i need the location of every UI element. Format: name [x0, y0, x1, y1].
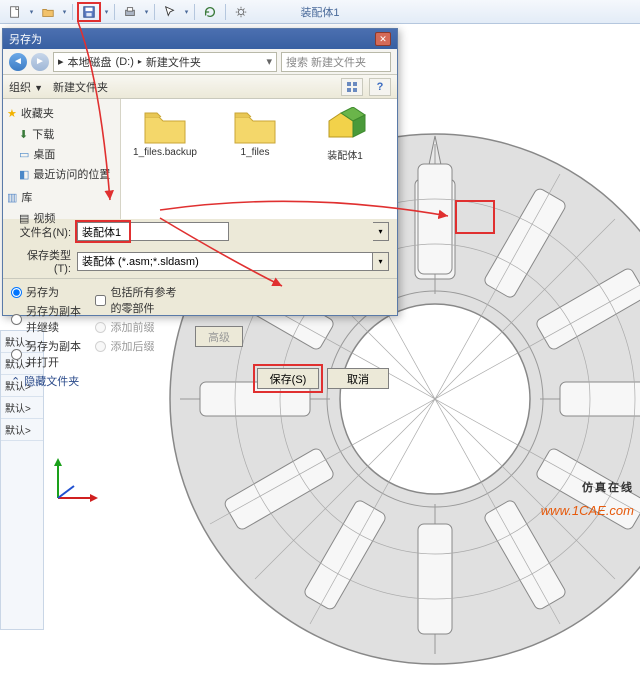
folder-item[interactable]: 1_files.backup [129, 107, 201, 158]
breadcrumb-disk[interactable]: 本地磁盘 [68, 54, 112, 70]
filetype-dropdown[interactable]: ▾ [373, 252, 389, 271]
save-dropdown[interactable]: ▾ [103, 8, 110, 16]
print-button[interactable] [119, 2, 141, 22]
hide-folders-toggle[interactable]: ⌃隐藏文件夹 [11, 373, 81, 389]
sidebar-libraries[interactable]: ▥库 [5, 187, 118, 207]
folder-item[interactable]: 1_files [219, 107, 291, 158]
sidebar-recent[interactable]: ◧最近访问的位置 [5, 165, 118, 183]
save-button[interactable] [79, 3, 99, 21]
options-button[interactable] [230, 2, 252, 22]
filename-dropdown[interactable]: ▾ [373, 222, 389, 241]
url-watermark: www.1CAE.com [541, 503, 634, 518]
check-include-refs[interactable]: 包括所有参考的零部件 [95, 284, 181, 316]
advanced-button: 高级 [195, 326, 243, 347]
sidebar-desktop[interactable]: ▭桌面 [5, 145, 118, 163]
organize-button[interactable]: 组织 ▼ [9, 79, 43, 95]
nav-back-button[interactable]: ◄ [9, 53, 27, 71]
select-dropdown[interactable]: ▾ [183, 8, 190, 16]
filetype-label: 保存类型(T): [11, 247, 71, 275]
dialog-navbar: ◄ ► ▸ 本地磁盘 (D:) ▸ 新建文件夹 ▾ 搜索 新建文件夹 [3, 49, 397, 75]
config-row[interactable]: 默认> [1, 419, 43, 441]
new-doc-button[interactable] [4, 2, 26, 22]
help-button[interactable]: ? [369, 78, 391, 96]
brand-watermark: 仿真在线 [582, 478, 634, 496]
new-dropdown[interactable]: ▾ [28, 8, 35, 16]
radio-saveas-copy-continue[interactable]: 另存为副本并继续 [11, 303, 81, 335]
assembly-file-item[interactable]: 装配体1 [309, 107, 381, 162]
breadcrumb-folder[interactable]: 新建文件夹 [146, 54, 201, 70]
radio-add-suffix: 添加后缀 [95, 338, 181, 354]
close-button[interactable]: ✕ [375, 32, 391, 46]
file-pane[interactable]: 1_files.backup 1_files 装配体1 [121, 99, 397, 219]
view-triad [48, 452, 104, 508]
dialog-toolbar: 组织 ▼ 新建文件夹 ? [3, 75, 397, 99]
search-input[interactable]: 搜索 新建文件夹 [281, 52, 391, 72]
open-dropdown[interactable]: ▾ [61, 8, 68, 16]
save-dialog-cancel-button[interactable]: 取消 [327, 368, 389, 389]
config-row[interactable]: 默认> [1, 397, 43, 419]
annotation-highlight [455, 200, 495, 234]
filetype-input[interactable] [77, 252, 373, 271]
radio-add-prefix: 添加前缀 [95, 319, 181, 335]
filename-label: 文件名(N): [11, 224, 71, 240]
select-button[interactable] [159, 2, 181, 22]
view-mode-button[interactable] [341, 78, 363, 96]
print-dropdown[interactable]: ▾ [143, 8, 150, 16]
document-title: 装配体1 [300, 4, 339, 20]
dialog-titlebar: 另存为 ✕ [3, 29, 397, 49]
sidebar-favorites[interactable]: ★收藏夹 [5, 103, 118, 123]
sidebar-downloads[interactable]: ⬇下载 [5, 125, 118, 143]
dialog-sidebar: ★收藏夹 ⬇下载 ▭桌面 ◧最近访问的位置 ▥库 ▤视频 [3, 99, 121, 219]
radio-saveas[interactable]: 另存为 [11, 284, 81, 300]
dialog-title: 另存为 [9, 31, 42, 47]
breadcrumb-drive[interactable]: (D:) [116, 56, 134, 68]
nav-fwd-button[interactable]: ► [31, 53, 49, 71]
new-folder-button[interactable]: 新建文件夹 [53, 79, 108, 95]
save-as-dialog: 另存为 ✕ ◄ ► ▸ 本地磁盘 (D:) ▸ 新建文件夹 ▾ 搜索 新建文件夹… [2, 28, 398, 316]
open-button[interactable] [37, 2, 59, 22]
radio-saveas-copy-open[interactable]: 另存为副本并打开 [11, 338, 81, 370]
breadcrumb[interactable]: ▸ 本地磁盘 (D:) ▸ 新建文件夹 ▾ [53, 52, 277, 72]
rebuild-button[interactable] [199, 2, 221, 22]
